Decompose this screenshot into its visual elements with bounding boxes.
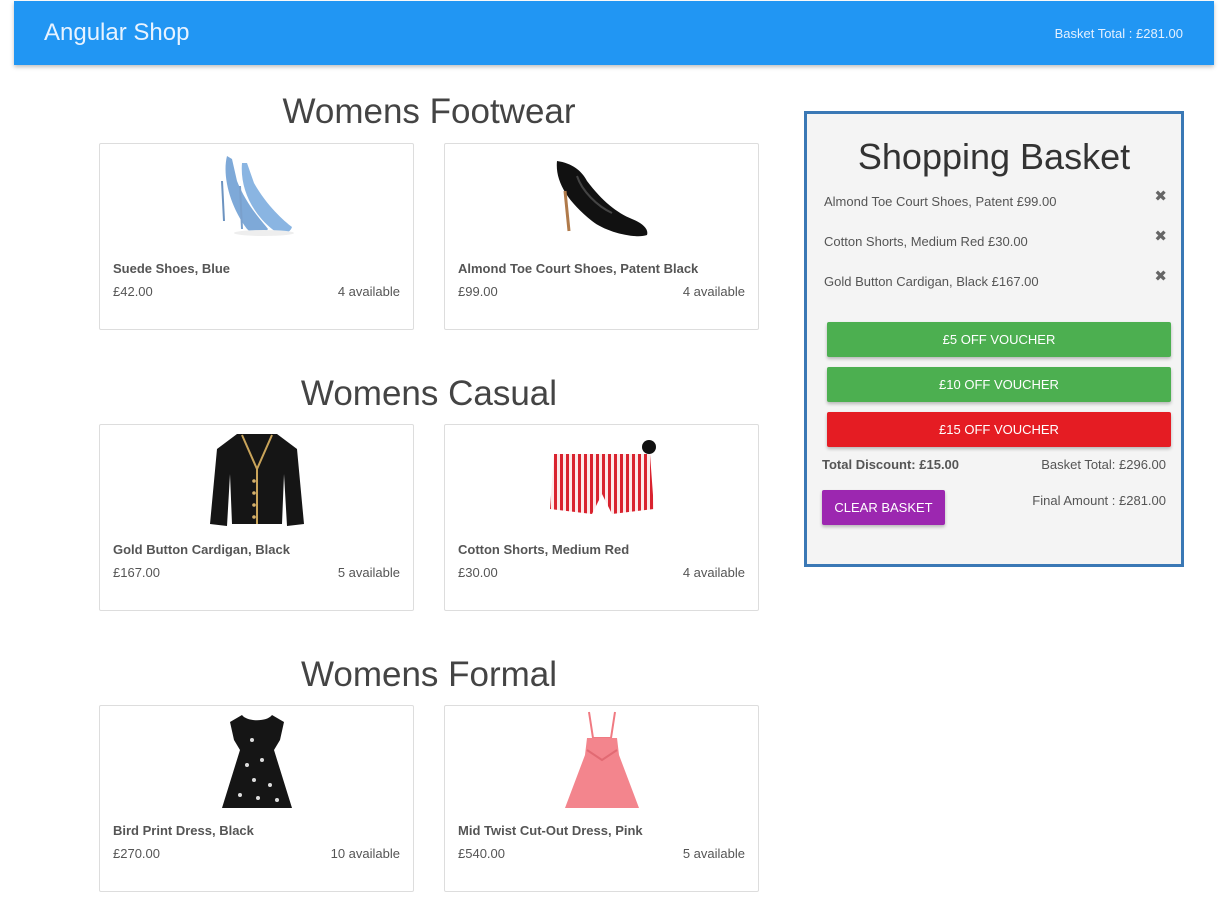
product-name: Cotton Shorts, Medium Red — [458, 542, 630, 557]
product-card[interactable]: Gold Button Cardigan, Black £167.00 5 av… — [99, 424, 414, 611]
basket-title: Shopping Basket — [857, 136, 1131, 177]
product-price: £270.00 — [113, 846, 160, 861]
remove-item-icon[interactable]: ✖ — [1154, 227, 1167, 245]
clear-basket-button[interactable]: CLEAR BASKET — [822, 490, 945, 525]
product-name: Gold Button Cardigan, Black — [113, 542, 290, 557]
product-name: Almond Toe Court Shoes, Patent Black — [458, 261, 699, 276]
voucher-5-button[interactable]: £5 OFF VOUCHER — [827, 322, 1171, 357]
voucher-15-button[interactable]: £15 OFF VOUCHER — [827, 412, 1171, 447]
black-dress-icon — [100, 709, 413, 811]
section-title-footwear: Womens Footwear — [282, 92, 576, 131]
product-stock: 4 available — [682, 284, 745, 299]
remove-item-icon[interactable]: ✖ — [1154, 187, 1167, 205]
product-stock: 5 available — [337, 565, 400, 580]
basket-total: Basket Total: £296.00 — [1041, 457, 1166, 472]
navbar-basket-total: Basket Total : £281.00 — [1054, 26, 1183, 41]
product-price: £99.00 — [458, 284, 498, 299]
shopping-basket-panel: Shopping Basket Almond Toe Court Shoes, … — [804, 111, 1184, 567]
basket-item: Gold Button Cardigan, Black £167.00 — [824, 274, 1039, 289]
product-price: £167.00 — [113, 565, 160, 580]
product-stock: 4 available — [337, 284, 400, 299]
remove-item-icon[interactable]: ✖ — [1154, 267, 1167, 285]
section-title-formal: Womens Formal — [300, 655, 558, 694]
product-price: £540.00 — [458, 846, 505, 861]
product-card[interactable]: Suede Shoes, Blue £42.00 4 available — [99, 143, 414, 330]
black-court-shoe-icon — [445, 147, 758, 249]
product-card[interactable]: Bird Print Dress, Black £270.00 10 avail… — [99, 705, 414, 892]
voucher-10-button[interactable]: £10 OFF VOUCHER — [827, 367, 1171, 402]
pink-dress-icon — [445, 709, 758, 811]
total-discount: Total Discount: £15.00 — [822, 457, 960, 472]
product-price: £42.00 — [113, 284, 153, 299]
brand-logo[interactable]: Angular Shop — [44, 19, 189, 47]
basket-item: Cotton Shorts, Medium Red £30.00 — [824, 234, 1028, 249]
section-title-casual: Womens Casual — [300, 374, 558, 413]
product-stock: 10 available — [330, 846, 400, 861]
navbar: Angular Shop Basket Total : £281.00 — [14, 1, 1214, 65]
product-card[interactable]: Cotton Shorts, Medium Red £30.00 4 avail… — [444, 424, 759, 611]
product-name: Bird Print Dress, Black — [113, 823, 254, 838]
product-name: Suede Shoes, Blue — [113, 261, 231, 276]
black-cardigan-icon — [100, 428, 413, 530]
product-price: £30.00 — [458, 565, 498, 580]
final-amount: Final Amount : £281.00 — [1032, 493, 1166, 508]
product-card[interactable]: Almond Toe Court Shoes, Patent Black £99… — [444, 143, 759, 330]
basket-item: Almond Toe Court Shoes, Patent £99.00 — [824, 194, 1057, 209]
product-stock: 4 available — [682, 565, 745, 580]
blue-heel-shoe-icon — [100, 147, 413, 249]
product-stock: 5 available — [682, 846, 745, 861]
product-name: Mid Twist Cut-Out Dress, Pink — [458, 823, 643, 838]
striped-shorts-icon — [445, 428, 758, 530]
product-card[interactable]: Mid Twist Cut-Out Dress, Pink £540.00 5 … — [444, 705, 759, 892]
